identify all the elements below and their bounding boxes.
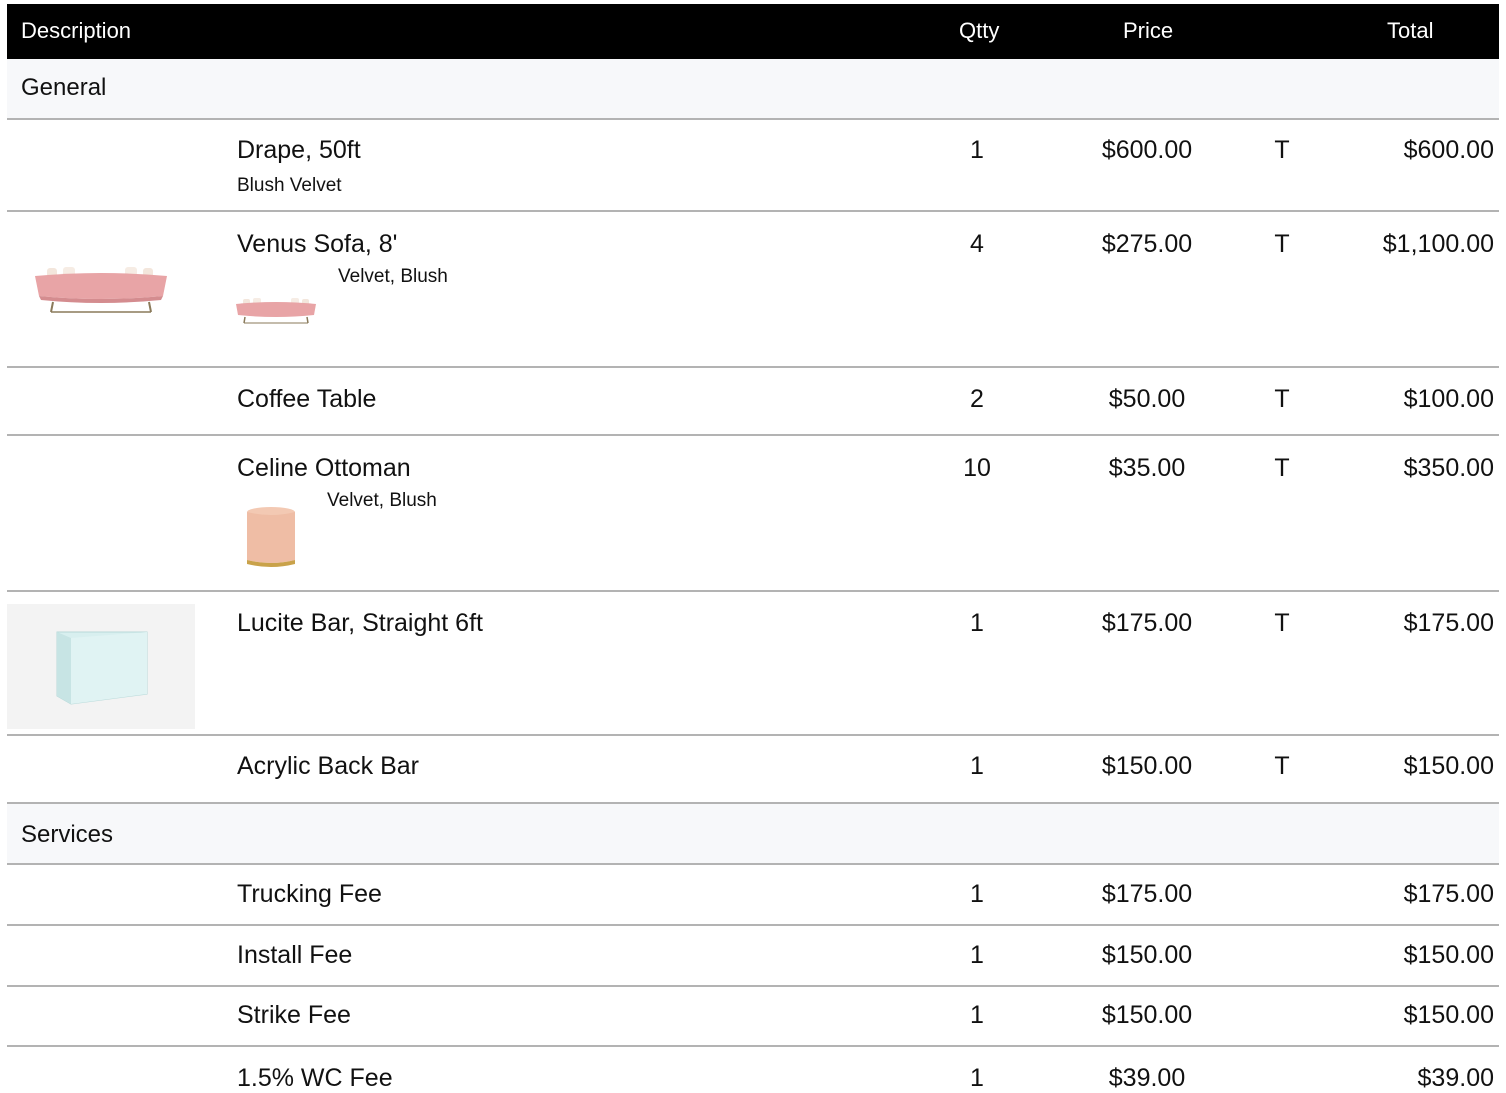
section-services: Services	[7, 804, 1499, 865]
item-name: Strike Fee	[237, 1001, 351, 1029]
item-name: Trucking Fee	[237, 880, 382, 908]
item-name: 1.5% WC Fee	[237, 1064, 393, 1092]
item-price: $175.00	[1101, 609, 1193, 637]
item-tax: T	[1274, 230, 1290, 258]
table-row: 1.5% WC Fee 1 $39.00 $39.00	[7, 1047, 1499, 1093]
item-price: $150.00	[1101, 1001, 1193, 1029]
item-variant: Velvet, Blush	[327, 490, 437, 511]
col-qty: Qtty	[959, 18, 1000, 43]
item-price: $600.00	[1101, 136, 1193, 164]
item-price: $39.00	[1108, 1064, 1186, 1092]
table-row: Coffee Table 2 $50.00 T $100.00	[7, 368, 1499, 436]
item-tax: T	[1274, 609, 1290, 637]
item-total: $600.00	[1403, 136, 1494, 164]
item-total: $350.00	[1403, 454, 1494, 482]
item-qty: 1	[970, 880, 984, 908]
item-qty: 10	[963, 454, 991, 482]
lucite-bar-thumbnail	[7, 604, 195, 729]
section-general: General	[7, 59, 1499, 120]
section-title: Services	[21, 821, 114, 848]
table-row: Celine Ottoman Velvet, Blush 10 $35.00 T…	[7, 436, 1499, 592]
table-row: Lucite Bar, Straight 6ft 1 $175.00 T $17…	[7, 592, 1499, 736]
item-total: $39.00	[1417, 1064, 1494, 1092]
item-price: $275.00	[1101, 230, 1193, 258]
item-price: $50.00	[1108, 385, 1186, 413]
item-qty: 4	[970, 230, 984, 258]
table-row: Trucking Fee 1 $175.00 $175.00	[7, 865, 1499, 926]
item-variant: Velvet, Blush	[338, 266, 448, 287]
item-tax: T	[1274, 385, 1290, 413]
item-total: $150.00	[1403, 752, 1494, 780]
item-name: Install Fee	[237, 941, 353, 969]
item-total: $100.00	[1403, 385, 1494, 413]
table-row: Venus Sofa, 8' Velvet, Blush 4 $275.00 T…	[7, 212, 1499, 368]
col-price: Price	[1123, 18, 1174, 43]
item-qty: 1	[970, 752, 984, 780]
item-price: $150.00	[1101, 941, 1193, 969]
item-name: Lucite Bar, Straight 6ft	[237, 609, 483, 637]
item-qty: 1	[970, 1001, 984, 1029]
item-total: $175.00	[1403, 880, 1494, 908]
table-row: Install Fee 1 $150.00 $150.00	[7, 926, 1499, 987]
item-name: Drape, 50ft	[237, 136, 361, 164]
item-total: $1,100.00	[1382, 230, 1494, 258]
item-tax: T	[1274, 454, 1290, 482]
col-description: Description	[21, 18, 132, 43]
ottoman-swatch-icon	[247, 507, 295, 567]
item-qty: 1	[970, 609, 984, 637]
col-total: Total	[1387, 18, 1434, 43]
table-header: Description Qtty Price Total	[7, 4, 1499, 59]
item-total: $150.00	[1403, 941, 1494, 969]
item-name: Acrylic Back Bar	[237, 752, 419, 780]
item-name: Venus Sofa, 8'	[237, 230, 398, 258]
item-tax: T	[1274, 752, 1290, 780]
table-row: Drape, 50ft Blush Velvet 1 $600.00 T $60…	[7, 120, 1499, 212]
item-variant: Blush Velvet	[237, 175, 342, 196]
item-price: $175.00	[1101, 880, 1193, 908]
item-name: Celine Ottoman	[237, 454, 411, 482]
item-price: $35.00	[1108, 454, 1186, 482]
item-total: $175.00	[1403, 609, 1494, 637]
lucite-bar-icon	[56, 631, 148, 705]
sofa-thumbnail-icon	[35, 267, 167, 313]
table-row: Strike Fee 1 $150.00 $150.00	[7, 987, 1499, 1047]
sofa-swatch-icon	[236, 298, 316, 324]
item-name: Coffee Table	[237, 385, 377, 413]
item-qty: 1	[970, 136, 984, 164]
table-row: Acrylic Back Bar 1 $150.00 T $150.00	[7, 736, 1499, 804]
item-qty: 1	[970, 1064, 984, 1092]
section-title: General	[21, 74, 107, 101]
item-qty: 1	[970, 941, 984, 969]
item-total: $150.00	[1403, 1001, 1494, 1029]
item-qty: 2	[970, 385, 984, 413]
item-price: $150.00	[1101, 752, 1193, 780]
item-tax: T	[1274, 136, 1290, 164]
